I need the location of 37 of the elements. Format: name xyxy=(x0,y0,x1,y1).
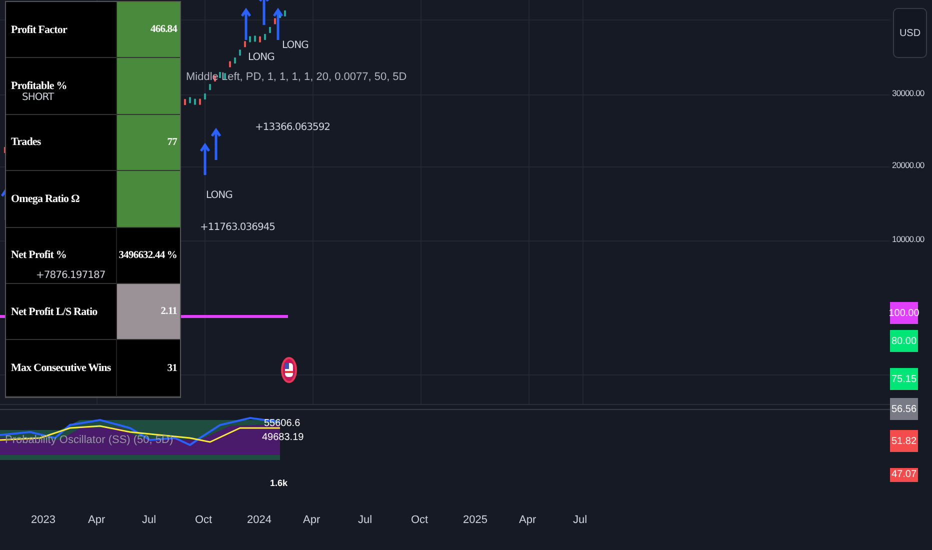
time-label: Jul xyxy=(358,514,372,526)
stat-value-cell: 31 xyxy=(116,340,180,397)
time-label: Jul xyxy=(573,514,588,526)
time-label: Oct xyxy=(195,514,212,526)
time-label: Apr xyxy=(519,514,536,526)
price-label: 10000.00 xyxy=(892,234,924,244)
stat-value-cell: 2.11 xyxy=(116,284,180,340)
oscillator-value: 49683.19 xyxy=(262,432,304,443)
signal-label: LONG xyxy=(206,190,232,201)
signal-label: LONG xyxy=(248,52,274,63)
time-label: Apr xyxy=(88,514,106,526)
price-label: 30000.00 xyxy=(892,88,924,98)
oscillator-value: 55606.6 xyxy=(264,418,300,429)
flag-icon[interactable] xyxy=(281,357,297,383)
price-badge: 75.15 xyxy=(890,368,918,390)
time-label: 2023 xyxy=(31,514,56,526)
profit-label: +7876.197187 xyxy=(36,270,106,281)
time-label: 2024 xyxy=(247,514,272,526)
price-badge: 51.82 xyxy=(890,430,918,452)
time-label: Apr xyxy=(303,514,320,526)
time-label: Oct xyxy=(411,514,428,526)
profit-label: +11763.036945 xyxy=(200,222,276,233)
profit-label: +13366.063592 xyxy=(255,122,330,133)
price-label: 20000.00 xyxy=(892,160,924,170)
stat-value-cell: 3496632.44 % xyxy=(116,228,180,284)
signal-label: SHORT xyxy=(22,92,54,103)
strategy-legend: Middle Left, PD, 1, 1, 1, 1, 20, 0.0077, 50, 5D xyxy=(186,71,407,83)
stat-value-cell: 466.84 xyxy=(116,2,180,58)
stat-value-cell: 77 xyxy=(116,114,180,172)
signal-label: LONG xyxy=(282,40,308,51)
oscillator-value: 1.6k xyxy=(270,478,288,488)
time-label: Jul xyxy=(142,514,156,526)
price-badge: 47.07 xyxy=(890,468,918,482)
currency-button[interactable]: USD xyxy=(893,8,927,58)
price-badge: 80.00 xyxy=(890,330,918,352)
price-badge: 56.56 xyxy=(890,398,918,420)
time-label: 2025 xyxy=(463,514,488,526)
